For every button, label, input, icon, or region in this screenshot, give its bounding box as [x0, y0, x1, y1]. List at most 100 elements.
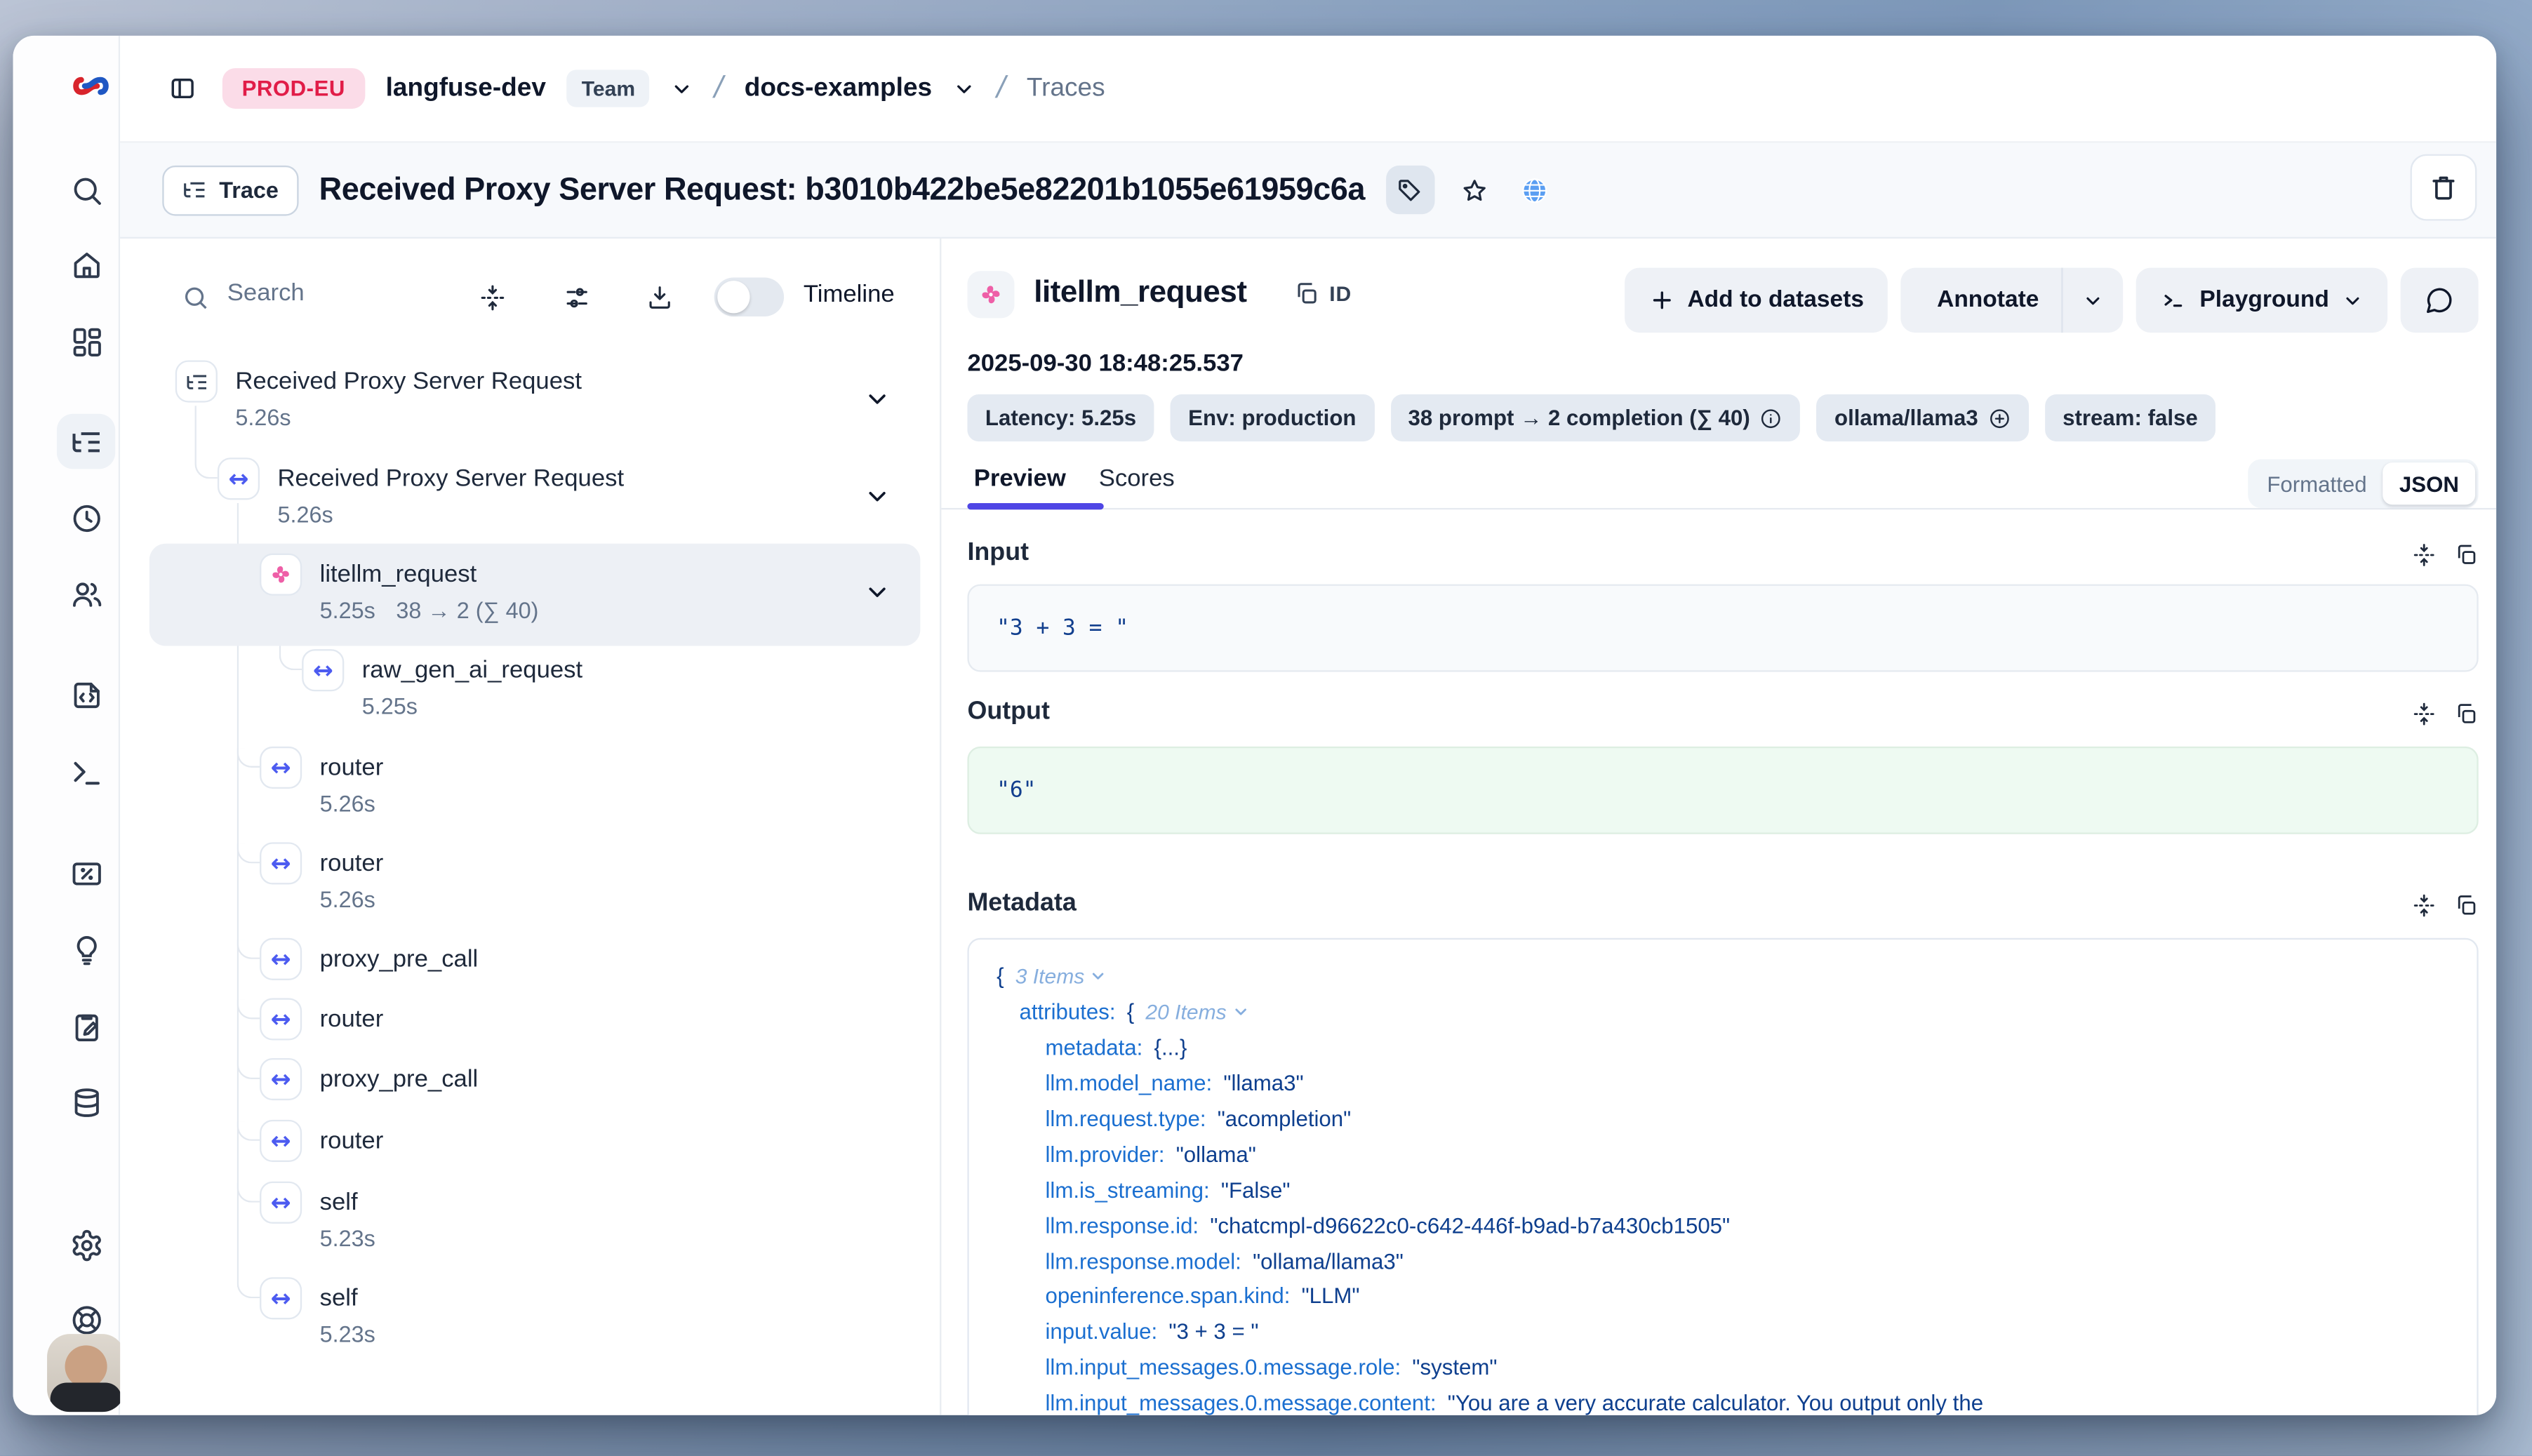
tree-node-duration: 5.25s: [320, 597, 375, 623]
display-settings-icon[interactable]: [564, 284, 591, 312]
project-name[interactable]: docs-examples: [745, 74, 932, 103]
annotate-button[interactable]: Annotate: [1901, 268, 2062, 333]
tab-scores[interactable]: Scores: [1099, 465, 1175, 493]
org-chevron-down-icon[interactable]: [671, 77, 693, 100]
user-avatar[interactable]: [47, 1334, 125, 1412]
settings-gear-icon[interactable]: [67, 1225, 106, 1264]
trace-type-badge: Trace: [162, 165, 298, 215]
generation-node-icon[interactable]: [260, 554, 302, 596]
collapse-icon[interactable]: [2412, 702, 2437, 726]
span-node-icon[interactable]: ↔: [302, 649, 344, 691]
add-to-datasets-button[interactable]: Add to datasets: [1624, 268, 1888, 333]
tree-node-label[interactable]: proxy_pre_call: [320, 945, 479, 973]
format-toggle-json[interactable]: JSON: [2383, 462, 2475, 505]
annotate-label: Annotate: [1937, 287, 2039, 313]
tracing-icon[interactable]: [67, 422, 106, 461]
annotate-dropdown-button[interactable]: [2063, 268, 2124, 333]
copy-icon[interactable]: [2454, 543, 2479, 568]
metric-badges: Latency: 5.25s Env: production 38 prompt…: [967, 394, 2216, 441]
span-node-icon[interactable]: ↔: [260, 1058, 302, 1100]
tree-node-label[interactable]: raw_gen_ai_request: [362, 657, 582, 684]
span-node-icon[interactable]: ↔: [260, 938, 302, 980]
collapse-icon[interactable]: [2412, 543, 2437, 568]
tree-node-label[interactable]: Received Proxy Server Request: [235, 368, 582, 395]
tree-node-duration: 5.23s: [320, 1321, 375, 1347]
chevron-down-icon[interactable]: [863, 483, 891, 510]
trace-node-icon[interactable]: [175, 360, 218, 402]
token-usage-badge[interactable]: 38 prompt → 2 completion (∑ 40): [1390, 394, 1800, 441]
evaluation-icon[interactable]: [67, 854, 106, 893]
json-line[interactable]: attributes:{20 Items: [969, 995, 2477, 1031]
span-node-icon[interactable]: ↔: [260, 1277, 302, 1319]
playground-button[interactable]: Playground: [2136, 268, 2387, 333]
chevron-down-icon[interactable]: [863, 579, 891, 606]
span-node-icon[interactable]: ↔: [260, 998, 302, 1040]
toggle-knob: [717, 281, 749, 313]
json-line[interactable]: metadata:{...}: [969, 1030, 2477, 1066]
collapse-icon[interactable]: [2412, 893, 2437, 918]
span-node-icon[interactable]: ↔: [260, 747, 302, 789]
datasets-icon[interactable]: [67, 1083, 106, 1122]
metadata-section-icons: [2412, 893, 2479, 918]
json-line: llm.provider:"ollama": [969, 1137, 2477, 1173]
terminal-icon: [2161, 287, 2187, 313]
tab-preview[interactable]: Preview: [974, 465, 1066, 493]
format-toggle-formatted[interactable]: Formatted: [2251, 472, 2383, 496]
comments-button[interactable]: [2401, 268, 2479, 333]
dashboard-icon[interactable]: [67, 321, 106, 361]
search-input[interactable]: [224, 277, 435, 308]
users-icon[interactable]: [67, 575, 106, 614]
home-icon[interactable]: [67, 245, 106, 284]
tree-node-label[interactable]: router: [320, 850, 384, 877]
app-window: PROD-EU langfuse-dev Team / docs-example…: [13, 36, 2497, 1415]
tree-node-label[interactable]: router: [320, 754, 384, 781]
breadcrumb-separator: /: [993, 71, 1009, 107]
star-button[interactable]: [1455, 171, 1495, 210]
tree-node-label[interactable]: self: [320, 1189, 358, 1216]
model-badge[interactable]: ollama/llama3: [1817, 394, 2029, 441]
tree-node-label[interactable]: self: [320, 1285, 358, 1312]
span-node-icon[interactable]: ↔: [218, 457, 260, 500]
copy-id-icon[interactable]: [1293, 281, 1319, 307]
tag-button[interactable]: [1386, 166, 1434, 214]
annotation-queues-icon[interactable]: [67, 1006, 106, 1046]
public-globe-button[interactable]: [1516, 171, 1555, 210]
prompts-icon[interactable]: [67, 675, 106, 714]
avatar-face: [65, 1345, 107, 1387]
tree-node-label[interactable]: litellm_request: [320, 561, 477, 588]
copy-icon[interactable]: [2454, 893, 2479, 918]
terminal-icon[interactable]: [67, 753, 106, 792]
tree-connector: [195, 406, 218, 479]
project-chevron-down-icon[interactable]: [953, 77, 975, 100]
tree-node-label[interactable]: Received Proxy Server Request: [277, 465, 624, 493]
breadcrumb-section[interactable]: Traces: [1027, 74, 1105, 103]
span-node-icon[interactable]: ↔: [260, 1120, 302, 1162]
search-icon: [182, 284, 209, 312]
span-node-icon[interactable]: ↔: [260, 1182, 302, 1224]
lightbulb-icon[interactable]: [67, 930, 106, 969]
collapse-all-icon[interactable]: [479, 284, 506, 312]
sessions-clock-icon[interactable]: [67, 498, 106, 537]
download-icon[interactable]: [646, 284, 674, 312]
sidebar-toggle-icon[interactable]: [162, 69, 201, 108]
id-label[interactable]: ID: [1329, 281, 1352, 306]
span-node-icon[interactable]: ↔: [260, 842, 302, 884]
format-toggle: Formatted JSON: [2248, 460, 2479, 508]
output-section-icons: [2412, 702, 2479, 726]
copy-icon[interactable]: [2454, 702, 2479, 726]
search-icon[interactable]: [67, 171, 106, 210]
tree-node-label[interactable]: proxy_pre_call: [320, 1065, 479, 1093]
breadcrumb-separator: /: [711, 71, 727, 107]
delete-trace-button[interactable]: [2411, 154, 2477, 221]
tree-node-label[interactable]: router: [320, 1127, 384, 1154]
langfuse-logo-icon: [69, 65, 112, 107]
support-lifebuoy-icon[interactable]: [67, 1300, 106, 1340]
org-name[interactable]: langfuse-dev: [386, 74, 546, 103]
tree-node-duration: 5.26s: [320, 886, 375, 912]
tree-node-duration: 5.26s: [277, 502, 333, 528]
json-line[interactable]: {3 Items: [969, 959, 2477, 995]
chevron-down-icon[interactable]: [863, 385, 891, 413]
generation-type-icon: [967, 271, 1014, 318]
tree-node-label[interactable]: router: [320, 1006, 384, 1033]
timeline-toggle[interactable]: [714, 277, 784, 316]
